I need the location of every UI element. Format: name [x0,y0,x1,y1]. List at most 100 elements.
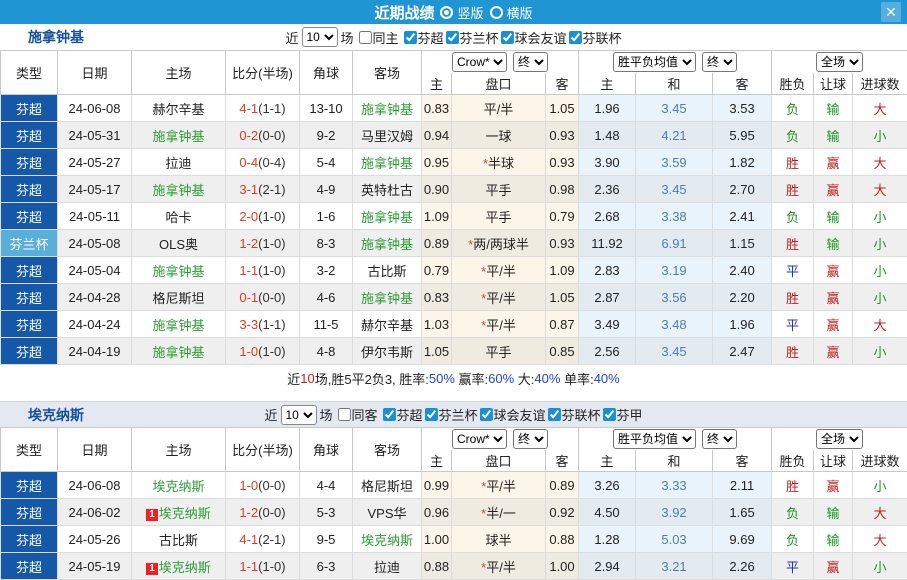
close-icon[interactable]: ✕ [881,2,901,22]
home-team-cell: 施拿钟基 [132,176,226,203]
team-section-away: 埃克纳斯 近 10 场 同客 芬超 芬兰杯 球会友谊 芬联杯 芬甲 类型 [0,401,907,580]
score-cell: 3-1(2-1) [226,176,300,203]
euro-draw-odds: 3.56 [636,284,713,311]
league-filter-球会友谊[interactable]: 球会友谊 [499,28,567,47]
corner-cell: 3-2 [300,257,353,284]
league-filter-芬甲[interactable]: 芬甲 [601,405,643,424]
euro-away-odds: 2.41 [713,203,772,230]
league-checkbox[interactable] [425,408,438,421]
odds-time-select-1[interactable]: 终 [513,52,548,72]
date-cell: 24-06-08 [58,472,132,499]
ah-result: 输 [814,499,853,526]
league-filter-球会友谊[interactable]: 球会友谊 [478,405,546,424]
match-row: 芬超 24-06-02 1埃克纳斯 1-2(0-0) 5-3 VPS华 0.96… [1,499,907,526]
summary-part: 40% [594,371,620,386]
league-checkbox[interactable] [403,31,416,44]
odds-time-select-2[interactable]: 终 [702,52,737,72]
radio-unselected-icon[interactable] [490,6,503,19]
euro-home-odds: 2.87 [579,284,636,311]
wdl-result: 负 [772,499,814,526]
col-away: 客场 [353,51,422,95]
league-checkbox[interactable] [501,31,514,44]
col-date: 日期 [58,428,132,472]
match-count-select[interactable]: 10 [301,27,337,47]
radio-selected-icon[interactable] [440,6,453,19]
league-checkbox[interactable] [382,408,395,421]
same-venue-input[interactable] [337,408,350,421]
wdl-result: 平 [772,257,814,284]
league-filters: 芬超 芬兰杯 球会友谊 芬联杯 芬甲 [380,405,642,424]
bookmaker-select[interactable]: Crow* [452,52,507,72]
handicap-away-odds: 0.88 [546,526,579,553]
scope-select[interactable]: 全场 [816,429,863,449]
corner-cell: 9-5 [300,526,353,553]
euro-away-odds: 9.69 [713,526,772,553]
col-date: 日期 [58,51,132,95]
panel-title: 近期战绩 [374,2,434,23]
league-filters: 芬超 芬兰杯 球会友谊 芬联杯 [401,28,621,47]
same-venue-checkbox[interactable]: 同主 [356,28,398,47]
layout-radio-vertical[interactable]: 竖版 [440,3,483,22]
match-count-select[interactable]: 10 [280,405,316,425]
radio-vertical-label: 竖版 [457,3,483,22]
same-venue-checkbox[interactable]: 同客 [335,405,377,424]
league-checkbox[interactable] [446,31,459,44]
league-filter-芬超[interactable]: 芬超 [380,405,422,424]
home-team-cell: 格尼斯坦 [132,284,226,311]
match-row: 芬超 24-04-19 施拿钟基 1-0(1-0) 4-8 伊尔韦斯 1.05 … [1,338,907,365]
wdl-result: 胜 [772,472,814,499]
europe-odds-select[interactable]: 胜平负均值 [613,429,696,449]
match-row: 芬超 24-05-11 哈卡 2-0(1-0) 1-6 施拿钟基 1.09 平手… [1,203,907,230]
date-cell: 24-05-08 [58,230,132,257]
league-cell: 芬超 [1,203,58,230]
euro-away-odds: 2.11 [713,472,772,499]
bookmaker-select[interactable]: Crow* [452,429,507,449]
score-cell: 4-1(1-1) [226,95,300,122]
handicap-star: * [468,237,473,252]
handicap-star: * [481,479,486,494]
match-row: 芬超 24-05-26 古比斯 4-1(2-1) 9-5 埃克纳斯 1.00 球… [1,526,907,553]
league-filter-芬联杯[interactable]: 芬联杯 [567,28,622,47]
odds-time-select-1[interactable]: 终 [513,429,548,449]
league-filter-芬超[interactable]: 芬超 [401,28,443,47]
filter-bar: 近 10 场 同客 芬超 芬兰杯 球会友谊 芬联杯 芬甲 [264,405,642,425]
ah-result: 赢 [814,284,853,311]
date-cell: 24-05-04 [58,257,132,284]
ah-result: 赢 [814,311,853,338]
score-cell: 2-0(1-0) [226,203,300,230]
home-team-cell: 赫尔辛基 [132,95,226,122]
europe-odds-select[interactable]: 胜平负均值 [613,52,696,72]
match-row: 芬超 24-06-08 埃克纳斯 1-0(0-0) 4-4 格尼斯坦 0.99 … [1,472,907,499]
match-row: 芬超 24-05-19 1埃克纳斯 1-1(1-0) 6-3 拉迪 0.88 *… [1,553,907,580]
league-filter-芬兰杯[interactable]: 芬兰杯 [423,405,478,424]
same-venue-input[interactable] [358,31,371,44]
col-handicap-away: 客 [546,450,579,472]
euro-draw-odds: 5.03 [636,526,713,553]
league-checkbox[interactable] [569,31,582,44]
away-team-cell: 埃克纳斯 [353,526,422,553]
goals-result: 小 [853,122,907,149]
goals-result: 大 [853,176,907,203]
league-filter-芬联杯[interactable]: 芬联杯 [546,405,601,424]
league-checkbox[interactable] [548,408,561,421]
euro-draw-odds: 3.19 [636,257,713,284]
scope-select[interactable]: 全场 [816,52,863,72]
handicap-line: 一球 [452,122,546,149]
summary-part: 单率: [560,369,593,388]
score-cell: 1-1(1-0) [226,257,300,284]
odds-time-select-2[interactable]: 终 [702,429,737,449]
league-filter-芬兰杯[interactable]: 芬兰杯 [444,28,499,47]
league-checkbox[interactable] [603,408,616,421]
handicap-star: * [481,506,486,521]
date-cell: 24-04-19 [58,338,132,365]
handicap-away-odds: 0.92 [546,499,579,526]
euro-home-odds: 1.48 [579,122,636,149]
date-cell: 24-05-26 [58,526,132,553]
section-header: 施拿钟基 近 10 场 同主 芬超 芬兰杯 球会友谊 芬联杯 [0,24,907,50]
league-checkbox[interactable] [480,408,493,421]
goals-result: 大 [853,149,907,176]
home-team-cell: 埃克纳斯 [132,472,226,499]
layout-radio-horizontal[interactable]: 横版 [490,3,533,22]
section-header: 埃克纳斯 近 10 场 同客 芬超 芬兰杯 球会友谊 芬联杯 芬甲 [0,401,907,427]
corner-cell: 1-6 [300,203,353,230]
